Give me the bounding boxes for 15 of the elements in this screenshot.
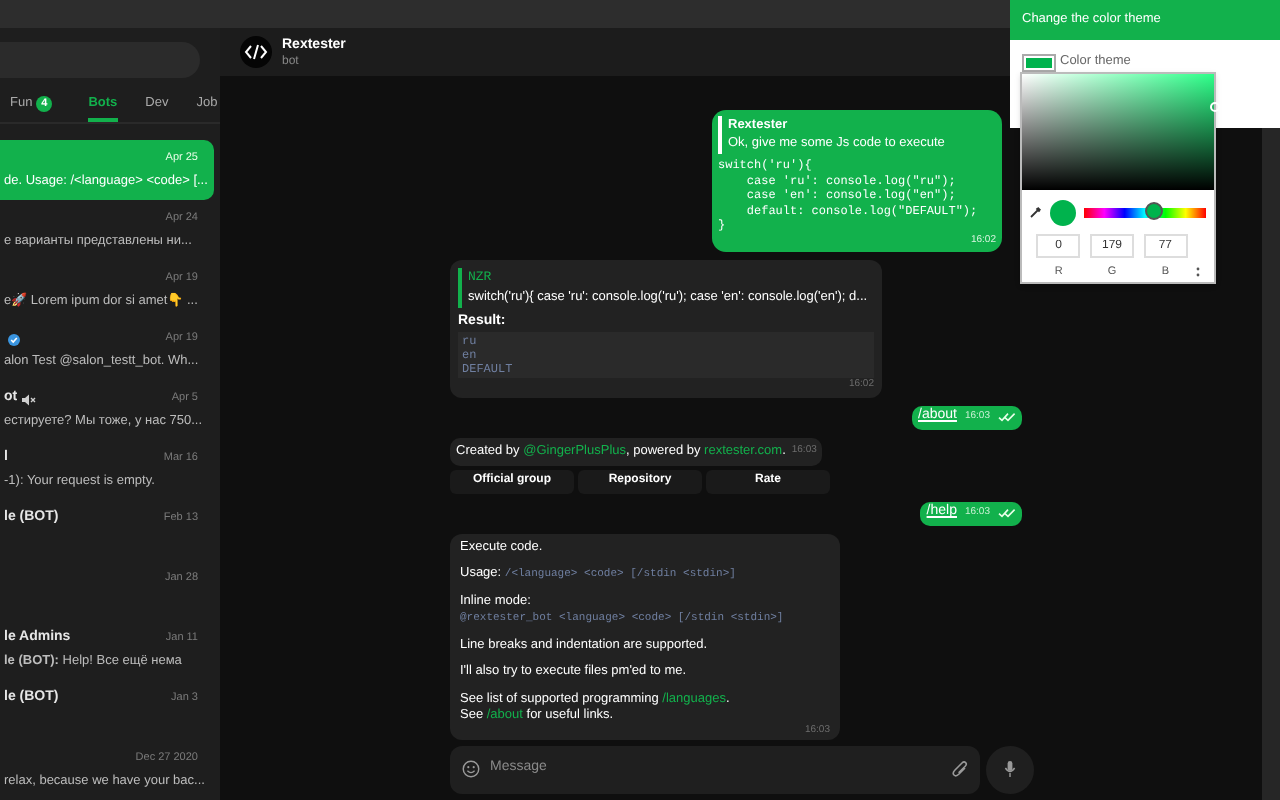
picker-handle[interactable] — [1210, 102, 1220, 112]
microphone-button[interactable] — [986, 745, 1034, 793]
emoji-icon[interactable] — [462, 760, 480, 778]
code-avatar-icon — [240, 36, 272, 68]
saturation-area[interactable] — [1022, 74, 1214, 190]
double-check-icon — [998, 508, 1016, 518]
eyedropper-icon[interactable] — [1030, 206, 1042, 218]
paperclip-icon[interactable] — [952, 760, 968, 778]
microphone-icon — [1004, 760, 1016, 778]
double-check-icon — [998, 412, 1016, 422]
color-swatch[interactable] — [1022, 53, 1056, 71]
toggle-format-icon[interactable] — [1194, 266, 1203, 278]
slider-thumb[interactable] — [1145, 202, 1164, 220]
hue-slider[interactable] — [1084, 207, 1206, 217]
color-preview — [1050, 199, 1076, 225]
